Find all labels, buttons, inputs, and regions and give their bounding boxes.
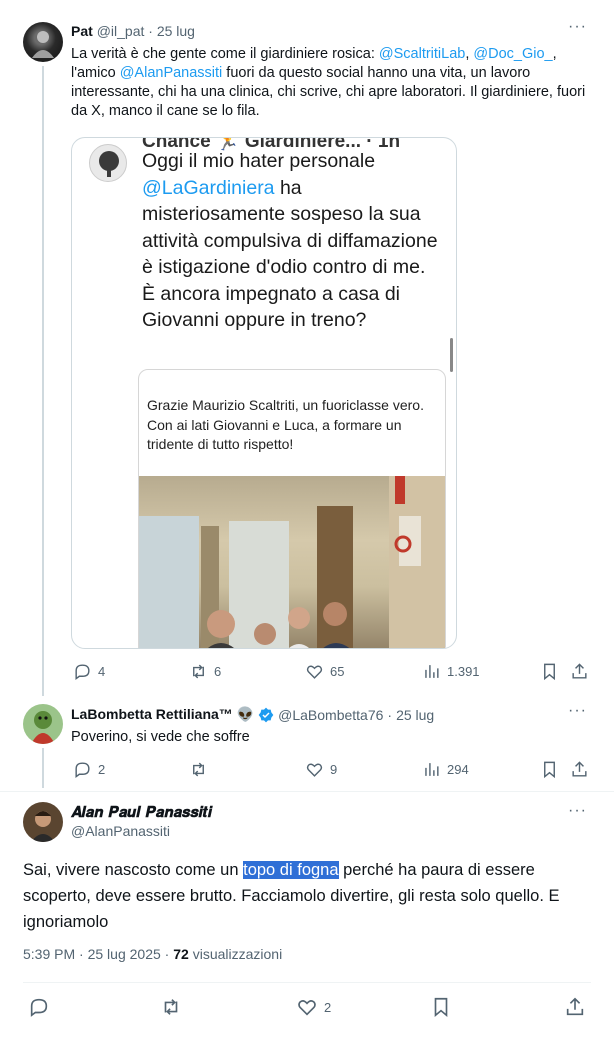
tweet2-like-count: 9 (330, 762, 338, 777)
embed-avatar (89, 144, 127, 182)
tweet2-date[interactable]: 25 lug (396, 707, 434, 723)
main-reply-button[interactable] (28, 996, 50, 1018)
share-icon (572, 761, 587, 777)
main-author-name[interactable]: 𝑨𝒍𝒂𝒏 𝑷𝒂𝒖𝒍 𝑷𝒂𝒏𝒂𝒔𝒔𝒊𝒕𝒊 (71, 803, 212, 821)
tweet1-like-count: 65 (330, 664, 345, 679)
tweet1-more-button[interactable]: ··· (568, 18, 587, 36)
embed-quote-text: Grazie Maurizio Scaltriti, un fuoriclass… (147, 397, 424, 452)
embed-scrollbar (450, 338, 453, 372)
tweet1-date[interactable]: 25 lug (157, 23, 195, 39)
tweet2-separator: · (387, 706, 393, 723)
embed-quote-card: Grazie Maurizio Scaltriti, un fuoriclass… (138, 369, 446, 648)
tweet1-repost-count: 6 (214, 664, 222, 679)
tweet2-views-count: 294 (447, 762, 469, 777)
main-views-count[interactable]: 72 (173, 946, 189, 962)
embed-text-part: ha misteriosamente sospeso la sua attivi… (142, 176, 438, 332)
embed-text-part: Oggi il mio hater personale (142, 150, 376, 172)
main-meta: 5:39 PM · 25 lug 2025 · 72 visualizzazio… (23, 946, 282, 962)
heart-icon (306, 763, 323, 777)
mention-alanpanassiti[interactable]: @AlanPanassiti (120, 65, 223, 81)
avatar-alanpanassiti[interactable] (23, 802, 63, 842)
tweet1-reply-count: 4 (98, 664, 106, 679)
tweet1-author-handle[interactable]: @il_pat (97, 23, 145, 39)
tweet1-author-name[interactable]: Pat (71, 23, 93, 39)
main-repost-button[interactable] (160, 996, 182, 1018)
mention-doc-gio[interactable]: @Doc_Gio_ (473, 46, 552, 62)
avatar-pat-figure (32, 31, 54, 58)
embed-avatar-tree-icon (99, 151, 119, 177)
embed-quote-photo (139, 476, 445, 648)
verified-badge-icon (258, 707, 274, 722)
main-views-label[interactable]: visualizzazioni (193, 946, 282, 962)
tweet1-header: Pat @il_pat · 25 lug (71, 23, 195, 39)
views-icon (425, 665, 439, 678)
tweet1-bookmark-button[interactable] (540, 662, 559, 681)
main-time[interactable]: 5:39 PM (23, 946, 75, 962)
avatar-man-figure (31, 811, 55, 842)
avatar-labombetta[interactable] (23, 704, 63, 744)
tweet2-author-handle[interactable]: @LaBombetta76 (278, 707, 383, 723)
main-dot: · (79, 946, 84, 962)
main-date[interactable]: 25 lug 2025 (88, 946, 161, 962)
heart-icon (298, 1000, 316, 1016)
main-tweet-text: Sai, vivere nascosto come un topo di fog… (23, 857, 593, 935)
tweet2-author-name[interactable]: LaBombetta Rettiliana™ 👽 (71, 706, 254, 723)
embed-photo-scene (139, 476, 445, 648)
tweet2-bookmark-button[interactable] (540, 760, 559, 779)
thread-line-1 (42, 66, 44, 696)
tweet1-views-button[interactable]: 1.391 (422, 662, 480, 681)
main-like-count: 2 (324, 999, 332, 1015)
main-text-part: Sai, vivere nascosto come un (23, 861, 244, 879)
tweet2-share-button[interactable] (570, 760, 589, 779)
tweet1-share-button[interactable] (570, 662, 589, 681)
tweet2-repost-button[interactable] (189, 760, 214, 779)
divider-1 (0, 791, 614, 792)
divider-2 (23, 982, 591, 983)
main-share-button[interactable] (564, 996, 586, 1018)
heart-icon (306, 665, 323, 679)
share-icon (566, 997, 584, 1016)
repost-icon (164, 999, 178, 1015)
tweet1-text-part: La verità è che gente come il giardinier… (71, 46, 379, 62)
repost-icon (193, 762, 204, 777)
main-bookmark-button[interactable] (430, 996, 452, 1018)
bookmark-icon (434, 997, 448, 1018)
tweet2-header: LaBombetta Rettiliana™ 👽 @LaBombetta76 ·… (71, 706, 434, 723)
tweet1-like-button[interactable]: 65 (305, 662, 344, 681)
tweet1-text: La verità è che gente come il giardinier… (71, 45, 591, 121)
bookmark-icon (544, 663, 555, 681)
avatar-lizard-figure (31, 711, 55, 744)
tweet2-text: Poverino, si vede che soffre (71, 729, 250, 745)
tweet1-views-count: 1.391 (447, 664, 480, 679)
reply-icon (30, 998, 48, 1017)
avatar-pat[interactable] (23, 22, 63, 62)
tweet2-views-button[interactable]: 294 (422, 760, 469, 779)
embed-mention: @LaGardiniera (142, 176, 275, 199)
views-icon (425, 763, 439, 776)
bookmark-icon (544, 761, 555, 779)
main-author-handle[interactable]: @AlanPanassiti (71, 823, 170, 839)
tweet2-reply-count: 2 (98, 762, 106, 777)
main-dot: · (164, 946, 170, 962)
reply-icon (75, 664, 90, 681)
main-text-selection: topo di fogna (243, 861, 339, 879)
tweet2-like-button[interactable]: 9 (305, 760, 337, 779)
reply-icon (75, 762, 90, 779)
repost-icon (193, 664, 204, 679)
tweet1-reply-button[interactable]: 4 (73, 662, 105, 681)
tweet2-more-button[interactable]: ··· (568, 702, 587, 720)
main-like-button[interactable]: 2 (296, 996, 331, 1018)
tweet2-reply-button[interactable]: 2 (73, 760, 105, 779)
tweet1-repost-button[interactable]: 6 (189, 662, 221, 681)
embed-tweet-text: Oggi il mio hater personale @LaGardinier… (142, 148, 442, 334)
main-more-button[interactable]: ··· (568, 802, 587, 820)
share-icon (572, 663, 587, 679)
thread-line-2 (42, 748, 44, 788)
tweet1-separator: · (148, 23, 153, 39)
tweet1-media-image[interactable]: Chance 🏃 Giardiniere... · 1h Oggi il mio… (71, 137, 457, 649)
mention-scaltritilab[interactable]: @ScaltritiLab (379, 46, 465, 62)
